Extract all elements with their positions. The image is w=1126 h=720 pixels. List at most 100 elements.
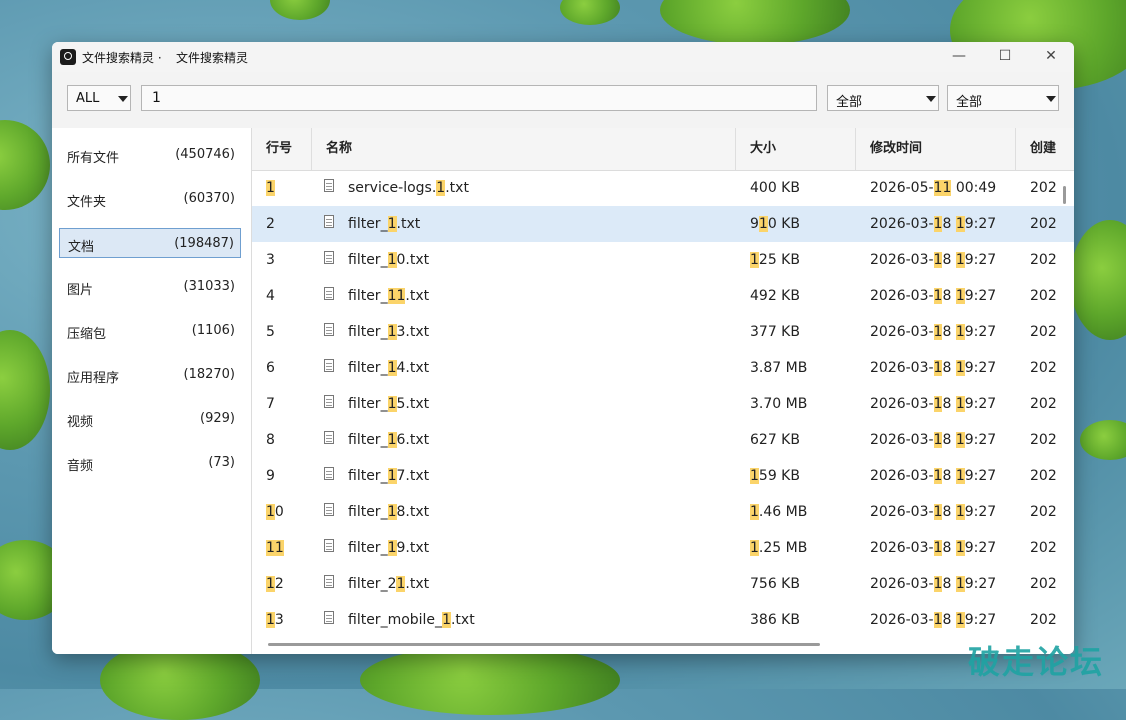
sidebar-item-label: 视频 (67, 415, 94, 430)
file-name-cell: filter_21.txt (348, 576, 430, 592)
window-tab-title[interactable]: 文件搜索精灵 (176, 49, 248, 66)
modified-time-cell: 2026-03-18 19:27 (870, 612, 997, 628)
row-number-cell: 11 (266, 530, 284, 566)
column-header-size[interactable]: 大小 (736, 128, 856, 170)
sidebar-item-count: (73) (208, 455, 235, 470)
file-list: 行号 名称 大小 修改时间 创建 1 service-logs.1.txt 400 … (252, 128, 1074, 654)
table-row[interactable]: 8 filter_16.txt 627 KB 2026-03-18 19:27 202 (252, 422, 1074, 458)
row-number-cell: 10 (266, 504, 284, 520)
match-highlight: 1 (266, 180, 275, 196)
text-file-icon (324, 611, 334, 624)
row-number-cell: 4 (266, 288, 275, 304)
file-name-cell: filter_16.txt (348, 432, 430, 448)
table-row[interactable]: 10 filter_18.txt 1.46 MB 2026-03-18 19:27 20… (252, 494, 1074, 530)
match-highlight: 1 (955, 432, 965, 448)
sidebar-item-count: (929) (200, 411, 235, 426)
sidebar-item-audio[interactable]: 音频 (73) (59, 448, 241, 478)
match-highlight: 1 (750, 504, 759, 520)
match-highlight: 1 (955, 468, 965, 484)
match-highlight: 1 (396, 576, 406, 592)
text-file-icon (324, 359, 334, 372)
table-row[interactable]: 11 filter_19.txt 1.25 MB 2026-03-18 19:27 20… (252, 530, 1074, 566)
match-highlight: 1 (933, 216, 943, 232)
file-name-cell: filter_17.txt (348, 468, 430, 484)
text-file-icon (324, 215, 334, 228)
match-highlight: 1 (387, 540, 397, 556)
vertical-scrollbar[interactable] (1063, 186, 1066, 204)
file-size-cell: 910 KB (750, 216, 800, 232)
sidebar-item-folders[interactable]: 文件夹 (60370) (59, 184, 241, 214)
match-highlight: 1 (933, 540, 943, 556)
match-highlight: 1 (933, 396, 943, 412)
table-row[interactable]: 5 filter_13.txt 377 KB 2026-03-18 19:27 202 (252, 314, 1074, 350)
search-input[interactable]: 1 (141, 85, 817, 111)
file-size-cell: 627 KB (750, 432, 800, 448)
modified-time-cell: 2026-03-18 19:27 (870, 288, 997, 304)
match-highlight: 1 (750, 252, 759, 268)
table-row[interactable]: 2 filter_1.txt 910 KB 2026-03-18 19:27 202 (252, 206, 1074, 242)
sidebar-item-documents[interactable]: 文档 (198487) (59, 228, 241, 258)
match-highlight: 1 (266, 612, 275, 628)
match-highlight: 1 (387, 468, 397, 484)
column-header-row: 行号 名称 大小 修改时间 创建 (252, 128, 1074, 171)
table-row[interactable]: 12 filter_21.txt 756 KB 2026-03-18 19:27 202 (252, 566, 1074, 602)
sidebar-item-archives[interactable]: 压缩包 (1106) (59, 316, 241, 346)
watermark: 破走论坛 (967, 643, 1104, 681)
column-header-row-number[interactable]: 行号 (252, 128, 312, 170)
sidebar-item-label: 文件夹 (67, 195, 107, 210)
modified-time-cell: 2026-05-11 00:49 (870, 180, 997, 196)
horizontal-scrollbar[interactable] (268, 643, 820, 646)
row-number-cell: 9 (266, 468, 275, 484)
chevron-down-icon (114, 86, 130, 110)
match-highlight: 1 (396, 288, 406, 304)
file-name-cell: filter_14.txt (348, 360, 430, 376)
close-button[interactable]: ✕ (1028, 42, 1074, 72)
sidebar-item-label: 压缩包 (67, 327, 107, 342)
created-time-cell: 202 (1030, 576, 1057, 592)
date-filter-select[interactable]: 全部 (947, 85, 1059, 111)
sidebar-item-count: (1106) (191, 323, 235, 338)
match-highlight: 1 (387, 396, 397, 412)
table-row[interactable]: 1 service-logs.1.txt 400 KB 2026-05-11 00:4… (252, 170, 1074, 206)
modified-time-cell: 2026-03-18 19:27 (870, 504, 997, 520)
minimize-button[interactable]: — (936, 42, 982, 72)
sidebar-item-applications[interactable]: 应用程序 (18270) (59, 360, 241, 390)
text-file-icon (324, 251, 334, 264)
match-highlight: 1 (436, 180, 446, 196)
column-header-modified[interactable]: 修改时间 (856, 128, 1016, 170)
file-name-cell: filter_10.txt (348, 252, 430, 268)
match-highlight: 1 (955, 576, 965, 592)
file-name-cell: filter_11.txt (348, 288, 430, 304)
match-highlight: 1 (274, 540, 284, 556)
table-row[interactable]: 4 filter_11.txt 492 KB 2026-03-18 19:27 202 (252, 278, 1074, 314)
match-highlight: 1 (266, 540, 275, 556)
title-bar: 文件搜索精灵 · 文件搜索精灵 — ☐ ✕ (52, 42, 1074, 72)
file-size-cell: 756 KB (750, 576, 800, 592)
maximize-button[interactable]: ☐ (982, 42, 1028, 72)
table-row[interactable]: 7 filter_15.txt 3.70 MB 2026-03-18 19:27 202 (252, 386, 1074, 422)
scope-select[interactable]: ALL (67, 85, 131, 111)
sidebar-item-images[interactable]: 图片 (31033) (59, 272, 241, 302)
match-highlight: 1 (933, 252, 943, 268)
file-name-cell: filter_18.txt (348, 504, 430, 520)
column-header-created[interactable]: 创建 (1016, 128, 1074, 170)
created-time-cell: 202 (1030, 324, 1057, 340)
sidebar-item-all-files[interactable]: 所有文件 (450746) (59, 140, 241, 170)
table-row[interactable]: 9 filter_17.txt 159 KB 2026-03-18 19:27 202 (252, 458, 1074, 494)
table-row[interactable]: 6 filter_14.txt 3.87 MB 2026-03-18 19:27 202 (252, 350, 1074, 386)
table-row[interactable]: 13 filter_mobile_1.txt 386 KB 2026-03-18 19… (252, 602, 1074, 638)
chevron-down-icon (1042, 86, 1058, 110)
table-row[interactable]: 3 filter_10.txt 125 KB 2026-03-18 19:27 202 (252, 242, 1074, 278)
file-size-cell: 159 KB (750, 468, 800, 484)
match-highlight: 1 (955, 288, 965, 304)
match-highlight: 1 (933, 432, 943, 448)
match-highlight: 1 (942, 180, 952, 196)
match-highlight: 1 (266, 576, 275, 592)
match-highlight: 1 (955, 396, 965, 412)
modified-time-cell: 2026-03-18 19:27 (870, 540, 997, 556)
sidebar-item-label: 音频 (67, 459, 94, 474)
type-filter-select[interactable]: 全部 (827, 85, 939, 111)
sidebar-item-videos[interactable]: 视频 (929) (59, 404, 241, 434)
match-highlight: 1 (387, 324, 397, 340)
column-header-name[interactable]: 名称 (312, 128, 736, 170)
